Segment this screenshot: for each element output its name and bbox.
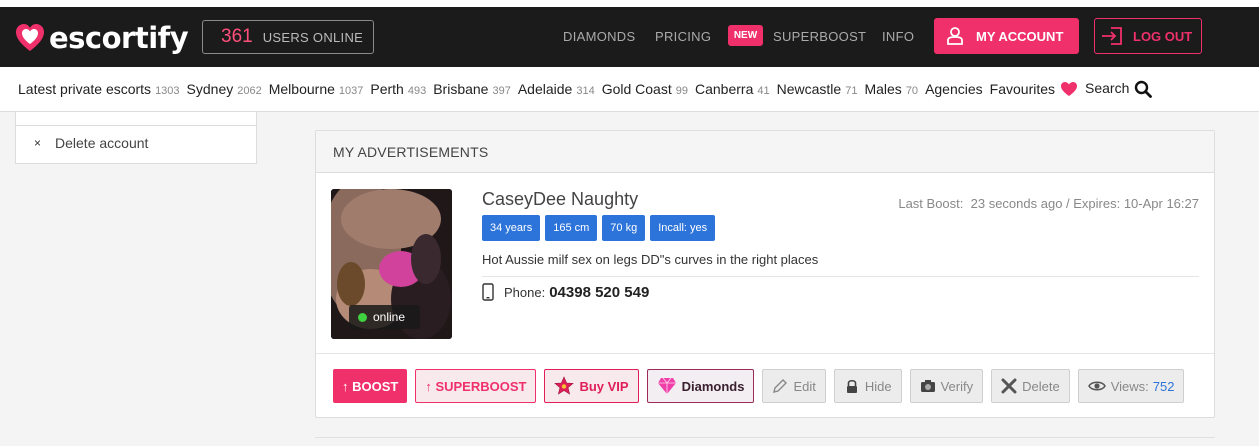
top-strip (0, 0, 1259, 7)
log-out-button[interactable]: LOG OUT (1094, 18, 1202, 54)
ad-name[interactable]: CaseyDee Naughty (482, 189, 638, 210)
nav-diamonds[interactable]: DIAMONDS (563, 29, 635, 44)
user-icon (947, 27, 963, 45)
heart-icon (1061, 82, 1078, 96)
my-account-button[interactable]: MY ACCOUNT (934, 18, 1079, 54)
tag-weight: 70 kg (602, 215, 646, 241)
hide-button[interactable]: Hide (833, 369, 902, 403)
online-dot-icon (358, 312, 367, 322)
ad-photo[interactable]: online (331, 189, 452, 339)
lock-icon (846, 379, 857, 393)
edit-button[interactable]: Edit (762, 369, 826, 403)
tag-age: 34 years (482, 215, 541, 241)
close-icon: × (34, 136, 42, 150)
online-status-badge: online (349, 305, 420, 329)
subnav-item-sydney[interactable]: Sydney 2062 (187, 81, 262, 97)
new-badge: NEW (728, 25, 763, 46)
views-counter: Views: 752 (1077, 369, 1185, 403)
next-panel-edge (315, 437, 1215, 438)
phone-icon (482, 283, 494, 301)
my-advertisements-panel: MY ADVERTISEMENTS online CaseyDee Naught… (315, 130, 1215, 418)
phone-label: Phone: (504, 284, 546, 300)
account-sidebar: × Delete account (15, 112, 257, 164)
delete-x-icon (1001, 378, 1017, 394)
delete-account-link[interactable]: × Delete account (34, 135, 148, 151)
last-boost-info: Last Boost: 23 seconds ago / Expires: 10… (898, 196, 1199, 211)
ad-tags: 34 years 165 cm 70 kg Incall: yes (482, 215, 720, 241)
verify-button[interactable]: Verify (909, 369, 984, 403)
logout-icon (1102, 27, 1122, 45)
description-divider (482, 276, 1199, 277)
heart-logo-icon (16, 24, 44, 51)
log-out-label: LOG OUT (1133, 28, 1193, 44)
eye-icon (1087, 381, 1106, 391)
search-icon (1135, 80, 1153, 98)
vip-star-icon (554, 376, 575, 395)
subnav-item-males[interactable]: Males 70 (864, 81, 918, 97)
subnav-item-newcastle[interactable]: Newcastle 71 (777, 81, 858, 97)
phone-number[interactable]: 04398 520 549 (549, 284, 649, 301)
nav-pricing[interactable]: PRICING (655, 29, 711, 44)
brand-name: escortify (49, 21, 189, 55)
superboost-button[interactable]: ↑ SUPERBOOST (415, 369, 537, 403)
subnav-item-agencies[interactable]: Agencies (925, 81, 983, 97)
online-status-label: online (373, 310, 406, 324)
top-bar: escortify 361 USERS ONLINE DIAMONDS PRIC… (0, 7, 1259, 67)
delete-button[interactable]: Delete (991, 369, 1070, 403)
users-online-box[interactable]: 361 USERS ONLINE (202, 20, 374, 54)
subnav-item-melbourne[interactable]: Melbourne 1037 (269, 81, 364, 97)
subnav-item-canberra[interactable]: Canberra 41 (695, 81, 770, 97)
subnav-item-search[interactable]: Search (1085, 80, 1153, 98)
city-navigation: Latest private escorts 1303 Sydney 2062 Me… (0, 67, 1259, 112)
tag-incall: Incall: yes (650, 215, 716, 241)
sidebar-divider (16, 125, 256, 126)
nav-info[interactable]: INFO (882, 29, 914, 44)
logo[interactable]: escortify (14, 21, 189, 55)
subnav-item-latest[interactable]: Latest private escorts 1303 (18, 81, 180, 97)
my-account-label: MY ACCOUNT (976, 28, 1064, 44)
buy-vip-button[interactable]: Buy VIP (544, 369, 639, 403)
subnav-item-perth[interactable]: Perth 493 (370, 81, 426, 97)
ad-actions: ↑ BOOST ↑ SUPERBOOST Buy VIP Diamonds Ed… (333, 369, 1192, 403)
subnav-item-favourites[interactable]: Favourites (990, 81, 1078, 97)
subnav-item-adelaide[interactable]: Adelaide 314 (518, 81, 595, 97)
panel-title: MY ADVERTISEMENTS (316, 131, 1214, 173)
views-count: 752 (1152, 378, 1175, 394)
actions-divider (316, 353, 1214, 354)
pencil-icon (773, 379, 788, 393)
users-online-label: USERS ONLINE (262, 29, 364, 45)
boost-button[interactable]: ↑ BOOST (333, 369, 408, 403)
diamond-icon (657, 377, 676, 394)
subnav-item-gold-coast[interactable]: Gold Coast 99 (602, 81, 688, 97)
delete-account-label: Delete account (55, 135, 149, 151)
camera-icon (920, 380, 935, 392)
diamonds-button[interactable]: Diamonds (646, 369, 755, 403)
nav-superboost[interactable]: SUPERBOOST (773, 29, 866, 44)
tag-height: 165 cm (545, 215, 598, 241)
ad-description: Hot Aussie milf sex on legs DD"s curves … (482, 252, 819, 267)
ad-phone: Phone: 04398 520 549 (482, 283, 649, 301)
users-online-count: 361 (221, 26, 253, 47)
subnav-item-brisbane[interactable]: Brisbane 397 (433, 81, 511, 97)
